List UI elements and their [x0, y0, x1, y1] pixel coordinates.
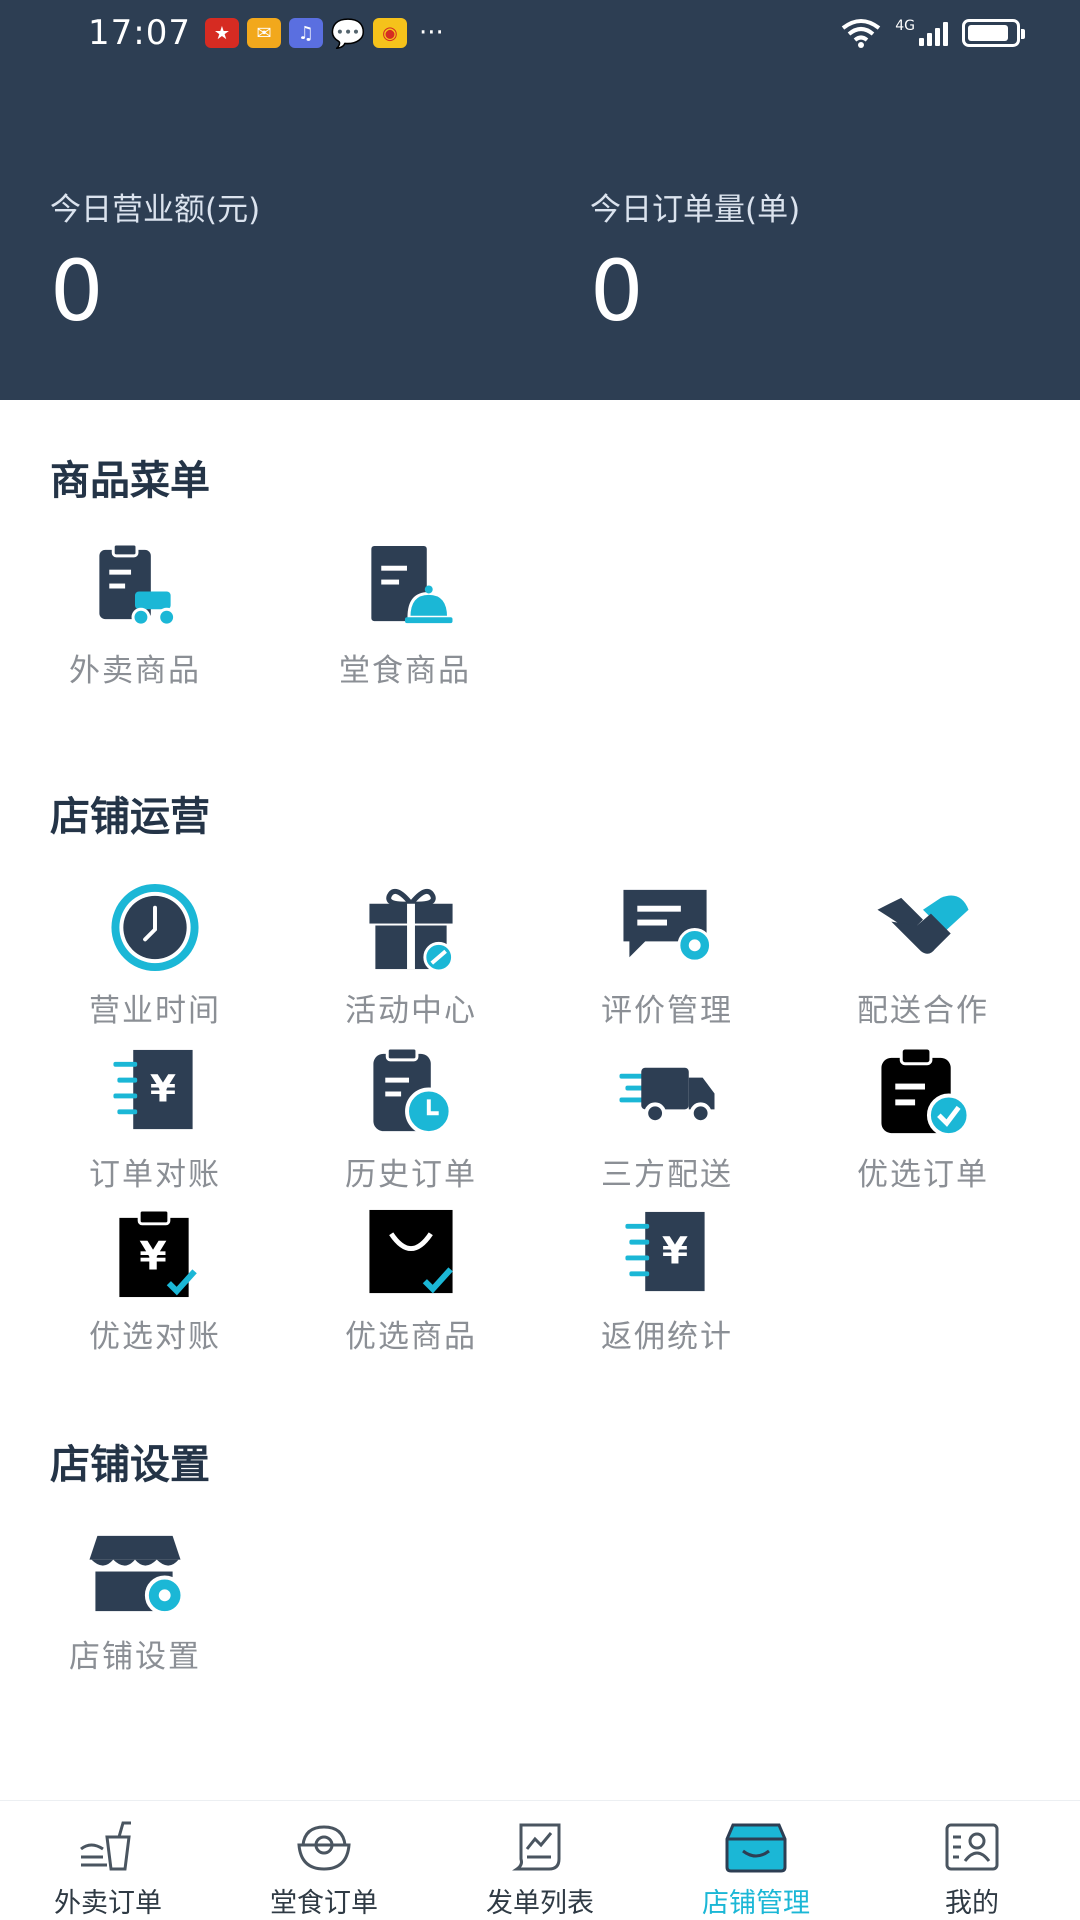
status-indicators: 4G	[841, 18, 1025, 48]
bottom-nav: 外卖订单 堂食订单 发单列表 店铺管理 我的	[0, 1800, 1080, 1920]
nav-dinein-orders[interactable]: 堂食订单	[216, 1801, 432, 1920]
nav-profile[interactable]: 我的	[864, 1801, 1080, 1920]
tile-label: 三方配送	[601, 1157, 733, 1193]
tile-order-history[interactable]: 历史订单	[276, 1044, 546, 1194]
dinein-goods-icon	[371, 545, 453, 624]
stat-label: 今日营业额(元)	[50, 192, 261, 228]
tile-review-management[interactable]: 评价管理	[532, 880, 802, 1030]
svg-text:¥: ¥	[150, 1066, 176, 1110]
nav-label: 我的	[945, 1888, 999, 1919]
store-management-page: 17:07 ★ ✉ ♫ 💬 ◉ ··· 4G 今日营业额(元) 0 今日订单量(…	[0, 0, 1080, 1920]
tile-label: 优选订单	[857, 1157, 989, 1193]
notification-icons: ★ ✉ ♫ 💬 ◉ ···	[204, 16, 444, 50]
preferred-orders-icon	[881, 1046, 971, 1138]
tile-label: 营业时间	[89, 993, 221, 1029]
wifi-icon	[842, 19, 881, 48]
header-summary: 17:07 ★ ✉ ♫ 💬 ◉ ··· 4G 今日营业额(元) 0 今日订单量(…	[0, 0, 1080, 400]
status-time: 17:07	[88, 13, 191, 53]
game-app-icon: ★	[204, 18, 239, 48]
network-type: 4G	[895, 18, 915, 34]
tile-label: 店铺设置	[69, 1639, 201, 1675]
tile-dinein-goods[interactable]: 堂食商品	[270, 540, 540, 690]
weibo-icon: ◉	[372, 18, 407, 48]
stat-value: 0	[50, 242, 104, 340]
tile-activity-center[interactable]: 活动中心	[276, 880, 546, 1030]
stat-revenue[interactable]: 今日营业额(元) 0	[0, 184, 540, 333]
nav-label: 堂食订单	[270, 1888, 378, 1919]
tile-takeout-goods[interactable]: 外卖商品	[0, 540, 270, 690]
tile-label: 堂食商品	[339, 653, 471, 689]
tile-label: 优选对账	[89, 1319, 221, 1355]
rice-bowl-icon	[297, 1825, 351, 1871]
nav-label: 发单列表	[486, 1888, 594, 1919]
svg-text:¥: ¥	[662, 1228, 688, 1272]
tile-label: 优选商品	[345, 1319, 477, 1355]
tile-label: 配送合作	[857, 993, 989, 1029]
tile-preferred-orders[interactable]: 优选订单	[788, 1044, 1058, 1194]
document-chart-icon	[512, 1823, 561, 1871]
chat-bubble-icon: 💬	[330, 16, 366, 50]
review-settings-icon	[623, 889, 713, 963]
store-settings-icon	[89, 1535, 185, 1616]
takeout-goods-icon	[99, 542, 177, 627]
section-title-settings: 店铺设置	[50, 1442, 210, 1488]
tile-label: 返佣统计	[601, 1319, 733, 1355]
tile-store-settings[interactable]: 店铺设置	[0, 1526, 270, 1676]
nav-takeout-orders[interactable]: 外卖订单	[0, 1801, 216, 1920]
tile-label: 外卖商品	[69, 653, 201, 689]
yuan-ledger-icon: ¥	[113, 1049, 193, 1130]
signal-icon	[919, 20, 948, 46]
tile-label: 活动中心	[345, 993, 477, 1029]
svg-text:¥: ¥	[139, 1233, 167, 1279]
section-title-operations: 店铺运营	[50, 794, 210, 840]
tile-label: 订单对账	[89, 1157, 221, 1193]
tile-preferred-reconciliation[interactable]: ¥ 优选对账	[20, 1206, 290, 1356]
preferred-reconciliation-icon: ¥	[119, 1208, 197, 1298]
tile-preferred-goods[interactable]: 优选商品	[276, 1206, 546, 1356]
status-bar: 17:07 ★ ✉ ♫ 💬 ◉ ··· 4G	[0, 0, 1080, 66]
more-notifications-icon: ···	[418, 18, 444, 48]
music-icon: ♫	[288, 18, 323, 48]
tile-order-reconciliation[interactable]: ¥ 订单对账	[20, 1044, 290, 1194]
battery-icon	[962, 19, 1025, 47]
nav-store-management[interactable]: 店铺管理	[648, 1801, 864, 1920]
shopping-bag-icon	[369, 1209, 453, 1294]
gift-icon	[369, 888, 455, 973]
tile-business-hours[interactable]: 营业时间	[20, 880, 290, 1030]
nav-dispatch-list[interactable]: 发单列表	[432, 1801, 648, 1920]
stat-label: 今日订单量(单)	[590, 192, 801, 228]
takeout-cup-icon	[80, 1821, 131, 1871]
clock-icon	[111, 883, 199, 972]
nav-label: 外卖订单	[54, 1888, 162, 1919]
delivery-truck-icon	[619, 1067, 715, 1125]
stats-row: 今日营业额(元) 0 今日订单量(单) 0	[0, 184, 1080, 333]
rebate-ledger-icon: ¥	[625, 1211, 705, 1292]
stat-value: 0	[590, 242, 644, 340]
stat-orders[interactable]: 今日订单量(单) 0	[540, 184, 1080, 333]
store-icon	[725, 1823, 787, 1873]
profile-card-icon	[945, 1823, 999, 1871]
tile-label: 历史订单	[345, 1157, 477, 1193]
tile-label: 评价管理	[601, 993, 733, 1029]
tile-third-party-delivery[interactable]: 三方配送	[532, 1044, 802, 1194]
tile-rebate-stats[interactable]: ¥ 返佣统计	[532, 1206, 802, 1356]
section-title-goods: 商品菜单	[50, 458, 210, 504]
mail-icon: ✉	[246, 18, 281, 48]
nav-label: 店铺管理	[702, 1888, 810, 1919]
handshake-icon	[877, 895, 969, 954]
tile-delivery-partner[interactable]: 配送合作	[788, 880, 1058, 1030]
history-clipboard-icon	[373, 1046, 453, 1136]
